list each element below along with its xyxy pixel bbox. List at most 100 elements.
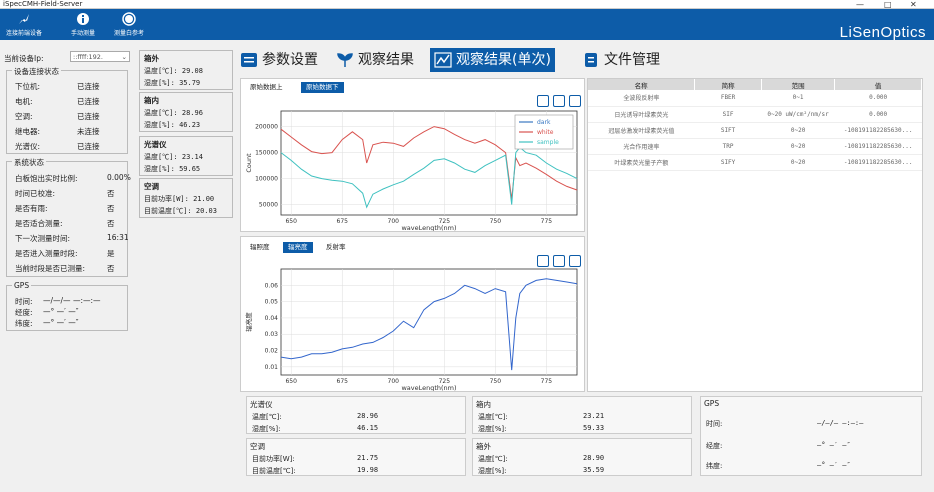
y-tick-label: 0.04 bbox=[265, 315, 279, 322]
fit-width-icon[interactable] bbox=[537, 95, 549, 107]
inside-hum: 湿度[%]: 46.23 bbox=[144, 121, 201, 129]
x-axis-label: waveLength(nm) bbox=[401, 224, 456, 231]
table-row[interactable]: 光合作用速率 TRP 0~20 -108191182285630... bbox=[588, 138, 922, 155]
inside-box: 箱内 温度[℃]: 28.96 湿度[%]: 46.23 bbox=[139, 92, 233, 132]
device-ip-select[interactable]: ::ffff:192. ⌄ bbox=[70, 51, 130, 62]
inside-title: 箱内 bbox=[144, 96, 159, 105]
info-icon bbox=[77, 13, 89, 25]
ac-temp: 目前温度[℃]: 20.03 bbox=[144, 207, 217, 215]
bottom-gps-lat-label: 纬度: bbox=[706, 462, 723, 470]
close-icon[interactable]: ✕ bbox=[910, 0, 917, 9]
sys-value: 是 bbox=[107, 249, 115, 258]
bottom-spectrometer-title: 光谱仪 bbox=[250, 400, 273, 409]
subtab-raw-upper[interactable]: 原始数据上 bbox=[245, 82, 288, 93]
sys-value: 否 bbox=[107, 204, 115, 213]
x-tick-label: 750 bbox=[490, 218, 502, 225]
ac-power: 目前功率[W]: 21.00 bbox=[144, 195, 215, 203]
main-toolbar: 连接前端设备 手动测量 测量白参考 LiSenOptics bbox=[0, 9, 934, 41]
cell-value: 0.000 bbox=[834, 106, 922, 123]
cell-name: 冠层总激发叶绿素荧光值 bbox=[588, 122, 695, 139]
tab-parameter-settings[interactable]: 参数设置 bbox=[236, 48, 322, 72]
cell-range: 0~20 uW/cm²/nm/sr bbox=[761, 106, 835, 123]
table-row[interactable]: 叶绿素荧光量子产额 SIFY 0~20 -108191182285630... bbox=[588, 154, 922, 171]
connect-device-button[interactable]: 连接前端设备 bbox=[6, 9, 42, 40]
export-icon[interactable] bbox=[569, 95, 581, 107]
bottom-gps-box: GPS 时间: —/—/— —:—:— 经度: —° —′ —″ 纬度: —° … bbox=[700, 396, 922, 476]
table-row[interactable]: 日光诱导叶绿素荧光 SIF 0~20 uW/cm²/nm/sr 0.000 bbox=[588, 106, 922, 123]
x-tick-label: 650 bbox=[285, 378, 297, 385]
x-tick-label: 675 bbox=[337, 378, 349, 385]
table-row[interactable]: 冠层总激发叶绿素荧光值 SIFT 0~20 -108191182285630... bbox=[588, 122, 922, 139]
gps-left-key: 时间: bbox=[15, 297, 33, 306]
linechart-icon bbox=[434, 52, 452, 68]
tab-file-management[interactable]: 文件管理 bbox=[578, 48, 664, 72]
sys-row: 时间已校准: 否 bbox=[15, 188, 115, 199]
bottom-spectrometer-hum-value: 46.15 bbox=[357, 424, 379, 432]
raw-data-chart-panel: 原始数据上 原始数据下 650 675 700 725 750 775 50000 10000… bbox=[240, 78, 585, 232]
cell-range: 0~1 bbox=[761, 90, 835, 107]
rocket-icon bbox=[19, 14, 29, 24]
subtab-radiance[interactable]: 辐亮度 bbox=[283, 242, 313, 253]
minimize-icon[interactable]: — bbox=[856, 0, 864, 9]
y-tick-label: 0.01 bbox=[265, 364, 279, 371]
tab-observation-results[interactable]: 观察结果 bbox=[332, 48, 418, 72]
bottom-ac-temp-value: 19.98 bbox=[357, 466, 379, 474]
subtab-irradiance[interactable]: 辐照度 bbox=[245, 242, 275, 253]
bottom-inside-title: 箱内 bbox=[476, 400, 491, 409]
subtab-raw-lower[interactable]: 原始数据下 bbox=[301, 82, 344, 93]
sys-key: 时间已校准: bbox=[15, 189, 56, 198]
sliders-icon bbox=[241, 53, 257, 67]
tab-label: 参数设置 bbox=[262, 52, 318, 68]
radiance-chart-panel: 辐照度 辐亮度 反射率 650 675 700 725 750 775 0.01 0.02 0.… bbox=[240, 236, 585, 392]
bottom-ac-temp-label: 目前温度[℃]: bbox=[252, 467, 296, 475]
bottom-inside-hum-label: 湿度[%]: bbox=[478, 425, 507, 433]
chevron-down-icon: ⌄ bbox=[121, 53, 127, 61]
bottom-gps-time-label: 时间: bbox=[706, 420, 723, 428]
fit-width-icon[interactable] bbox=[537, 255, 549, 267]
outside-hum: 湿度[%]: 35.79 bbox=[144, 79, 201, 87]
sys-key: 白板饱出实时比例: bbox=[15, 174, 78, 183]
conn-row: 光谱仪: 已连接 bbox=[15, 141, 100, 152]
connection-status-group: 设备连接状态 下位机: 已连接 电机: 已连接 空调: 已连接 继电器: 未连接 光谱仪… bbox=[6, 66, 128, 154]
cell-abbr: SIFT bbox=[694, 122, 762, 139]
radiance-chart: 650 675 700 725 750 7750.010.020.030.040.050.… bbox=[244, 268, 578, 391]
legend-label: dark bbox=[537, 119, 551, 126]
gps-left-value: —° —′ —″ bbox=[43, 307, 79, 316]
manual-measure-button[interactable]: 手动测量 bbox=[66, 9, 100, 40]
plant-icon bbox=[337, 53, 353, 67]
bottom-inside-box: 箱内 温度[℃]: 23.21 湿度[%]: 59.33 bbox=[472, 396, 692, 434]
connection-status-title: 设备连接状态 bbox=[12, 66, 61, 77]
sys-value: 否 bbox=[107, 219, 115, 228]
bottom-ac-title: 空调 bbox=[250, 442, 265, 451]
inside-temp: 温度[℃]: 28.96 bbox=[144, 109, 203, 117]
x-tick-label: 750 bbox=[490, 378, 502, 385]
plot-area bbox=[280, 268, 578, 376]
circle-icon bbox=[122, 12, 136, 26]
bottom-outside-hum-value: 35.59 bbox=[583, 466, 605, 474]
zoom-icon[interactable] bbox=[553, 255, 565, 267]
bottom-outside-temp-label: 温度[℃]: bbox=[478, 455, 508, 463]
y-tick-label: 200000 bbox=[255, 124, 278, 131]
subtab-reflectance[interactable]: 反射率 bbox=[321, 242, 351, 253]
y-axis-label: 辐亮度 bbox=[244, 312, 253, 332]
raw-data-chart: 650 675 700 725 750 7755000010000015000020000… bbox=[245, 110, 578, 231]
tab-observation-single[interactable]: 观察结果(单次) bbox=[430, 48, 555, 72]
bottom-gps-time-value: —/—/— —:—:— bbox=[817, 419, 864, 427]
sys-row: 白板饱出实时比例: 0.00% bbox=[15, 173, 131, 184]
zoom-icon[interactable] bbox=[553, 95, 565, 107]
table-header-row: 名称 简称 范围 值 bbox=[588, 79, 922, 90]
table-row[interactable]: 全波段反射率 FBER 0~1 0.000 bbox=[588, 90, 922, 107]
cell-name: 日光诱导叶绿素荧光 bbox=[588, 106, 695, 123]
spectrometer-title: 光谱仪 bbox=[144, 140, 167, 149]
export-icon[interactable] bbox=[569, 255, 581, 267]
maximize-icon[interactable]: □ bbox=[884, 0, 892, 9]
bottom-gps-lat-value: —° —′ —″ bbox=[817, 461, 851, 469]
x-tick-label: 700 bbox=[388, 218, 400, 225]
bottom-spectrometer-temp-label: 温度[℃]: bbox=[252, 413, 282, 421]
sys-value: 16:31 bbox=[107, 233, 129, 242]
connect-device-label: 连接前端设备 bbox=[6, 30, 43, 37]
white-reference-button[interactable]: 测量白参考 bbox=[110, 9, 148, 40]
gps-left-group: GPS 时间: —/—/— —:—:— 经度: —° —′ —″ 纬度: —° —′ … bbox=[6, 281, 128, 331]
conn-value: 已连接 bbox=[77, 97, 100, 106]
bottom-outside-temp-value: 28.90 bbox=[583, 454, 605, 462]
